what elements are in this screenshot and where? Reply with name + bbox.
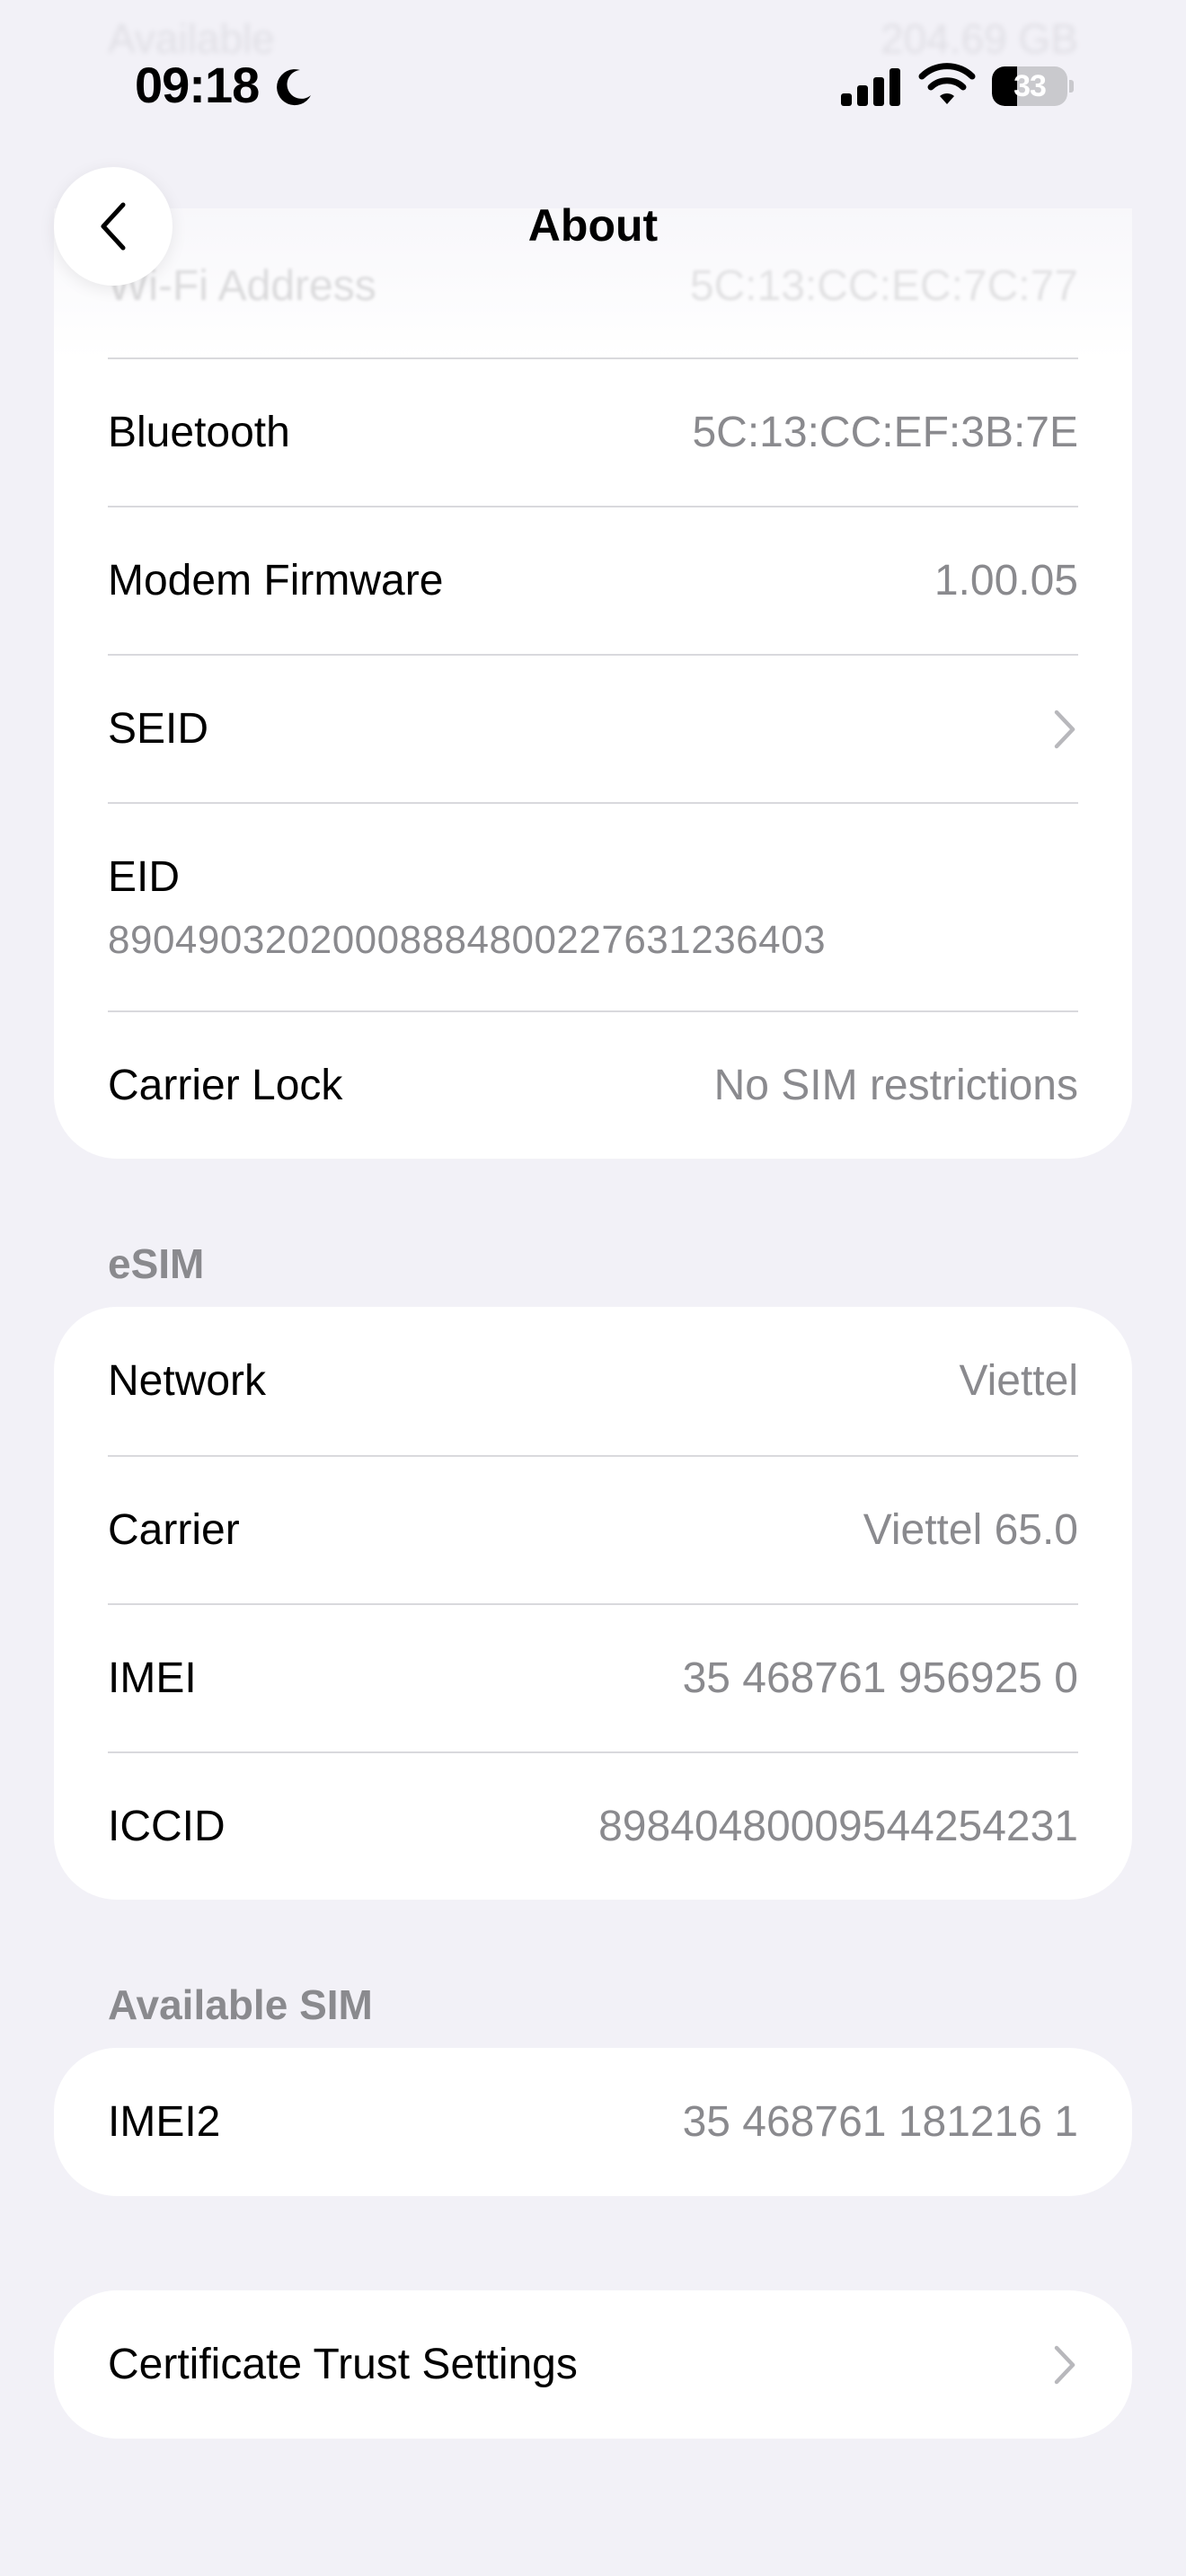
seid-row[interactable]: SEID bbox=[108, 654, 1078, 802]
imei2-row: IMEI2 35 468761 181216 1 bbox=[108, 2048, 1078, 2196]
row-value: 5C:13:CC:EF:3B:7E bbox=[692, 409, 1078, 456]
row-label: Network bbox=[108, 1357, 267, 1405]
battery-nub bbox=[1069, 80, 1074, 93]
battery-body: 33 bbox=[992, 66, 1067, 106]
network-row: Network Viettel bbox=[108, 1307, 1078, 1455]
status-bar: 09:18 33 bbox=[0, 0, 1186, 171]
row-label: Carrier bbox=[108, 1506, 240, 1554]
esim-section-header: eSIM bbox=[108, 1240, 205, 1287]
row-value: 89840480009544254231 bbox=[598, 1803, 1078, 1850]
battery-percent: 33 bbox=[1013, 69, 1047, 103]
row-label: Certificate Trust Settings bbox=[108, 2341, 578, 2388]
cellular-signal-icon bbox=[841, 68, 900, 106]
row-label: EID bbox=[108, 852, 181, 901]
chevron-right-icon bbox=[1054, 710, 1075, 748]
row-value: 35 468761 956925 0 bbox=[682, 1654, 1078, 1702]
battery-icon: 33 bbox=[992, 66, 1074, 106]
row-label: Carrier Lock bbox=[108, 1062, 343, 1109]
row-label: Bluetooth bbox=[108, 409, 290, 456]
about-screen: Wi-Fi Address 5C:13:CC:EC:7C:77 Bluetoot… bbox=[0, 0, 1186, 2576]
status-time: 09:18 bbox=[135, 57, 260, 113]
carrier-row: Carrier Viettel 65.0 bbox=[108, 1455, 1078, 1603]
bluetooth-row: Bluetooth 5C:13:CC:EF:3B:7E bbox=[108, 357, 1078, 506]
row-value: No SIM restrictions bbox=[713, 1062, 1078, 1109]
row-label: IMEI bbox=[108, 1654, 197, 1702]
certificate-trust-settings-row[interactable]: Certificate Trust Settings bbox=[108, 2290, 1078, 2439]
row-label: IMEI2 bbox=[108, 2098, 221, 2146]
available-sim-section-header: Available SIM bbox=[108, 1981, 373, 2028]
row-value: Viettel bbox=[959, 1357, 1078, 1405]
carrier-lock-row: Carrier Lock No SIM restrictions bbox=[108, 1010, 1078, 1159]
certificate-group: Certificate Trust Settings bbox=[54, 2290, 1132, 2439]
modem-firmware-row: Modem Firmware 1.00.05 bbox=[108, 506, 1078, 654]
iccid-row: ICCID 89840480009544254231 bbox=[108, 1751, 1078, 1900]
device-info-group: Wi-Fi Address 5C:13:CC:EC:7C:77 Bluetoot… bbox=[54, 208, 1132, 1159]
page-title: About bbox=[527, 200, 659, 251]
row-value: 89049032020008884800227631236403 bbox=[108, 917, 827, 962]
row-label: SEID bbox=[108, 705, 209, 753]
available-sim-group: IMEI2 35 468761 181216 1 bbox=[54, 2048, 1132, 2196]
wifi-icon bbox=[918, 63, 976, 104]
row-value: 5C:13:CC:EC:7C:77 bbox=[689, 262, 1078, 310]
esim-group: Network Viettel Carrier Viettel 65.0 IME… bbox=[54, 1307, 1132, 1900]
row-label: ICCID bbox=[108, 1803, 226, 1850]
imei-row: IMEI 35 468761 956925 0 bbox=[108, 1603, 1078, 1751]
row-label: Modem Firmware bbox=[108, 557, 444, 604]
chevron-right-icon bbox=[1054, 2345, 1075, 2384]
row-value: 35 468761 181216 1 bbox=[682, 2098, 1078, 2146]
moon-icon bbox=[277, 69, 311, 106]
eid-row: EID 89049032020008884800227631236403 bbox=[108, 802, 1078, 1010]
row-value: 1.00.05 bbox=[934, 557, 1078, 604]
row-value: Viettel 65.0 bbox=[863, 1506, 1078, 1554]
